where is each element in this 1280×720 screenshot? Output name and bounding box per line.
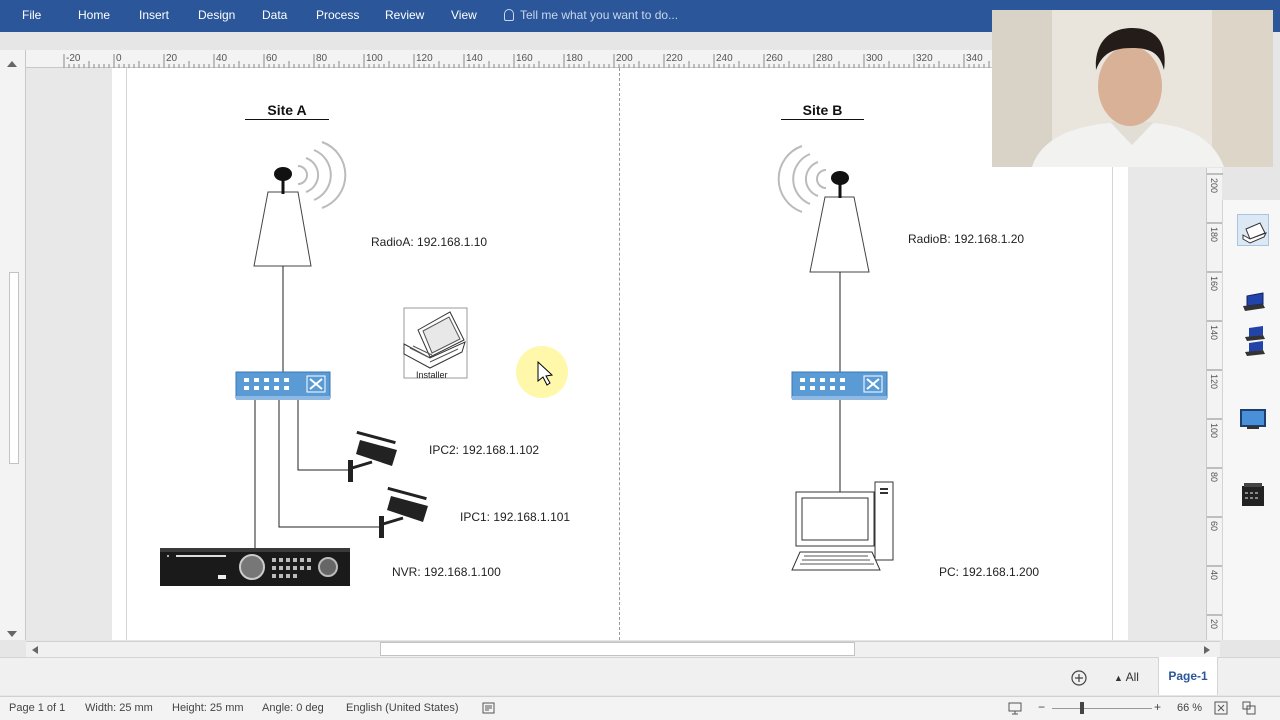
pc-label[interactable]: PC: 192.168.1.200 bbox=[939, 565, 1039, 579]
horizontal-scroll-thumb[interactable] bbox=[380, 642, 855, 656]
plus-circle-icon bbox=[1071, 670, 1087, 686]
status-angle[interactable]: Angle: 0 deg bbox=[262, 702, 324, 714]
zoom-in-button[interactable]: + bbox=[1154, 700, 1161, 714]
vruler-label: 80 bbox=[1209, 472, 1219, 482]
nvr-recorder-icon[interactable] bbox=[160, 548, 350, 586]
ipc2-label[interactable]: IPC2: 192.168.1.102 bbox=[429, 443, 539, 457]
nvr-label[interactable]: NVR: 192.168.1.100 bbox=[392, 565, 501, 579]
vruler-label: 120 bbox=[1209, 374, 1219, 389]
switch-b-icon[interactable] bbox=[791, 371, 888, 400]
scroll-left-arrow[interactable] bbox=[28, 643, 42, 657]
scroll-right-arrow[interactable] bbox=[1200, 643, 1214, 657]
stencil-monitor-icon[interactable] bbox=[1239, 408, 1267, 430]
vruler-label: 140 bbox=[1209, 325, 1219, 340]
ipc2-camera-icon[interactable] bbox=[348, 430, 397, 482]
zoom-slider-thumb[interactable] bbox=[1080, 702, 1084, 714]
webcam-overlay bbox=[992, 10, 1273, 167]
pc-computer-icon[interactable] bbox=[791, 481, 894, 571]
all-pages-button[interactable]: ▲ All bbox=[1114, 670, 1139, 684]
connector-switch-ipc2[interactable] bbox=[297, 400, 350, 471]
vruler-label: 200 bbox=[1209, 178, 1219, 193]
add-page-button[interactable] bbox=[1070, 669, 1088, 687]
radio-a-tower-icon[interactable] bbox=[253, 141, 347, 267]
right-ruler-ticks: 200 180 160 140 120 100 80 60 40 20 bbox=[1207, 173, 1223, 629]
stencil-server-icon[interactable] bbox=[1239, 482, 1267, 508]
status-language[interactable]: English (United States) bbox=[346, 702, 459, 714]
right-vertical-ruler[interactable]: 200 180 160 140 120 100 80 60 40 20 bbox=[1206, 168, 1223, 640]
vruler-label: 20 bbox=[1209, 619, 1219, 629]
status-bar: Page 1 of 1 Width: 25 mm Height: 25 mm A… bbox=[0, 696, 1280, 720]
presenter-video-image bbox=[992, 10, 1273, 167]
status-page[interactable]: Page 1 of 1 bbox=[9, 702, 65, 714]
stencil-laptop-blue-icon[interactable] bbox=[1239, 292, 1267, 314]
ipc1-camera-icon[interactable] bbox=[379, 486, 428, 538]
presentation-mode-icon[interactable] bbox=[1008, 701, 1022, 715]
macro-record-icon[interactable] bbox=[482, 702, 495, 714]
switch-a-icon[interactable] bbox=[235, 371, 331, 400]
all-pages-label: All bbox=[1125, 670, 1139, 684]
status-width[interactable]: Width: 25 mm bbox=[85, 702, 153, 714]
shapes-stencil-panel bbox=[1222, 200, 1280, 640]
tab-page-1[interactable]: Page-1 bbox=[1158, 657, 1218, 695]
radio-a-label[interactable]: RadioA: 192.168.1.10 bbox=[371, 235, 487, 249]
vruler-label: 180 bbox=[1209, 227, 1219, 242]
page-tab-bar: ▲ All bbox=[0, 657, 1280, 695]
vruler-label: 40 bbox=[1209, 570, 1219, 580]
caret-up-icon: ▲ bbox=[1114, 673, 1123, 683]
zoom-slider-track[interactable] bbox=[1052, 708, 1152, 709]
installer-laptop-icon[interactable] bbox=[403, 307, 468, 379]
fit-page-icon[interactable] bbox=[1214, 701, 1228, 715]
status-height[interactable]: Height: 25 mm bbox=[172, 702, 244, 714]
switch-windows-icon[interactable] bbox=[1242, 701, 1256, 715]
ipc1-label[interactable]: IPC1: 192.168.1.101 bbox=[460, 510, 570, 524]
zoom-level[interactable]: 66 % bbox=[1177, 702, 1202, 714]
radio-b-label[interactable]: RadioB: 192.168.1.20 bbox=[908, 232, 1024, 246]
radio-b-tower-icon[interactable] bbox=[777, 145, 870, 273]
stencil-laptops-stack-icon[interactable] bbox=[1239, 326, 1267, 358]
stencil-laptop-selected[interactable] bbox=[1237, 214, 1269, 246]
vruler-label: 100 bbox=[1209, 423, 1219, 438]
zoom-out-button[interactable]: − bbox=[1038, 700, 1045, 714]
vruler-label: 160 bbox=[1209, 276, 1219, 291]
vruler-label: 60 bbox=[1209, 521, 1219, 531]
installer-label: Installer bbox=[416, 370, 448, 380]
